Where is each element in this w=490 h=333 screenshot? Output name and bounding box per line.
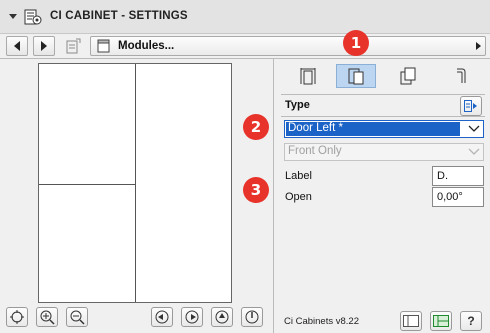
modules-arrow-icon[interactable] bbox=[476, 42, 481, 50]
zoom-out-button[interactable] bbox=[66, 307, 88, 327]
preview-vertical-line bbox=[135, 64, 136, 302]
preview-horizontal-line bbox=[39, 184, 135, 185]
open-caption: Open bbox=[285, 191, 312, 203]
cabinet-preview bbox=[38, 63, 232, 303]
type-heading: Type bbox=[285, 99, 310, 111]
settings-favorites-button[interactable] bbox=[62, 36, 86, 56]
triangle-right-icon bbox=[41, 41, 47, 51]
type-dropdown[interactable]: Door Left * bbox=[284, 120, 484, 138]
module-window-icon bbox=[97, 39, 111, 53]
rotate-left-icon bbox=[155, 310, 169, 324]
cabinet-settings-icon bbox=[24, 8, 42, 26]
layout-single-icon bbox=[403, 315, 419, 327]
tab-handle[interactable] bbox=[440, 64, 480, 88]
label-caption: Label bbox=[285, 170, 312, 182]
rotate-down-button[interactable] bbox=[241, 307, 263, 327]
type-divider bbox=[281, 116, 485, 117]
rotate-left-button[interactable] bbox=[151, 307, 173, 327]
rotate-up-button[interactable] bbox=[211, 307, 233, 327]
triangle-left-icon bbox=[14, 41, 20, 51]
layout-split-icon bbox=[433, 315, 449, 327]
zoom-in-icon bbox=[40, 310, 55, 325]
panels-icon bbox=[400, 67, 416, 85]
previous-button[interactable] bbox=[6, 36, 28, 56]
callout-badge-2: 2 bbox=[243, 114, 269, 140]
tab-dimensions[interactable] bbox=[288, 64, 328, 88]
help-icon: ? bbox=[467, 314, 475, 328]
rotate-right-button[interactable] bbox=[181, 307, 203, 327]
fit-view-button[interactable] bbox=[6, 307, 28, 327]
zoom-in-button[interactable] bbox=[36, 307, 58, 327]
modules-label: Modules... bbox=[118, 40, 175, 52]
label-field[interactable]: D. bbox=[432, 166, 484, 186]
chevron-down-icon bbox=[468, 125, 480, 132]
type-dropdown-value: Door Left * bbox=[288, 122, 343, 134]
layout-split-button[interactable] bbox=[430, 311, 452, 331]
callout-badge-3: 3 bbox=[243, 177, 269, 203]
subtype-dropdown[interactable]: Front Only bbox=[284, 143, 484, 161]
tabs-divider bbox=[281, 94, 485, 95]
list-arrow-icon bbox=[464, 100, 477, 112]
collapse-arrow-icon[interactable] bbox=[9, 14, 17, 19]
layout-single-button[interactable] bbox=[400, 311, 422, 331]
zoom-out-icon bbox=[70, 310, 85, 325]
document-export-icon bbox=[66, 38, 81, 54]
help-button[interactable]: ? bbox=[460, 311, 482, 331]
panel-divider bbox=[273, 59, 274, 333]
handle-icon bbox=[457, 68, 466, 83]
subtype-dropdown-value: Front Only bbox=[288, 145, 342, 157]
rotate-right-icon bbox=[185, 310, 199, 324]
cabinet-dimensions-icon bbox=[300, 68, 316, 85]
callout-badge-1: 1 bbox=[343, 30, 369, 56]
open-angle-field[interactable]: 0,00° bbox=[432, 187, 484, 207]
door-panel-icon bbox=[348, 68, 364, 85]
window-title: CI CABINET - SETTINGS bbox=[50, 10, 188, 22]
tab-panels[interactable] bbox=[388, 64, 428, 88]
fit-view-icon bbox=[10, 310, 24, 324]
rotate-up-icon bbox=[215, 310, 229, 324]
toolbar-divider bbox=[0, 58, 490, 59]
version-text: Ci Cabinets v8.22 bbox=[284, 316, 359, 327]
tab-door[interactable] bbox=[336, 64, 376, 88]
next-button[interactable] bbox=[33, 36, 55, 56]
type-options-button[interactable] bbox=[460, 96, 482, 116]
chevron-down-icon bbox=[468, 148, 480, 155]
rotate-down-icon bbox=[245, 310, 259, 324]
